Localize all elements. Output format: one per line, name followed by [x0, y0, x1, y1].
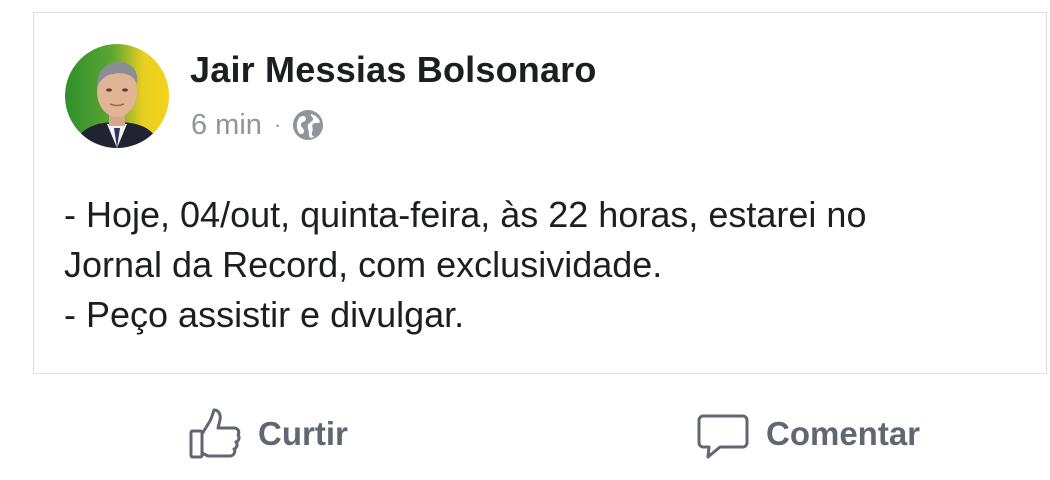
- post-text-line: - Hoje, 04/out, quinta-feira, às 22 hora…: [64, 194, 867, 235]
- thumbs-up-icon: [188, 407, 242, 461]
- post-timestamp[interactable]: 6 min: [191, 109, 262, 142]
- profile-photo: [65, 44, 169, 148]
- post-text: - Hoje, 04/out, quinta-feira, às 22 hora…: [64, 190, 1034, 340]
- comment-icon: [696, 407, 750, 461]
- avatar[interactable]: [65, 44, 169, 148]
- comment-label: Comentar: [766, 415, 921, 452]
- like-button[interactable]: Curtir: [188, 406, 348, 462]
- post-text-line: - Peço assistir e divulgar.: [64, 294, 465, 335]
- post-card: Jair Messias Bolsonaro 6 min · - Hoje, 0…: [33, 12, 1047, 374]
- post-text-line: Jornal da Record, com exclusividade.: [64, 244, 663, 285]
- globe-icon[interactable]: [291, 108, 325, 142]
- post-meta: 6 min ·: [191, 105, 325, 145]
- page: Jair Messias Bolsonaro 6 min · - Hoje, 0…: [0, 0, 1050, 480]
- like-label: Curtir: [258, 415, 348, 452]
- comment-button[interactable]: Comentar: [696, 406, 920, 462]
- meta-separator: ·: [273, 112, 282, 137]
- author-name[interactable]: Jair Messias Bolsonaro: [190, 49, 597, 91]
- post-actions-bar: Curtir Comentar: [0, 400, 1050, 470]
